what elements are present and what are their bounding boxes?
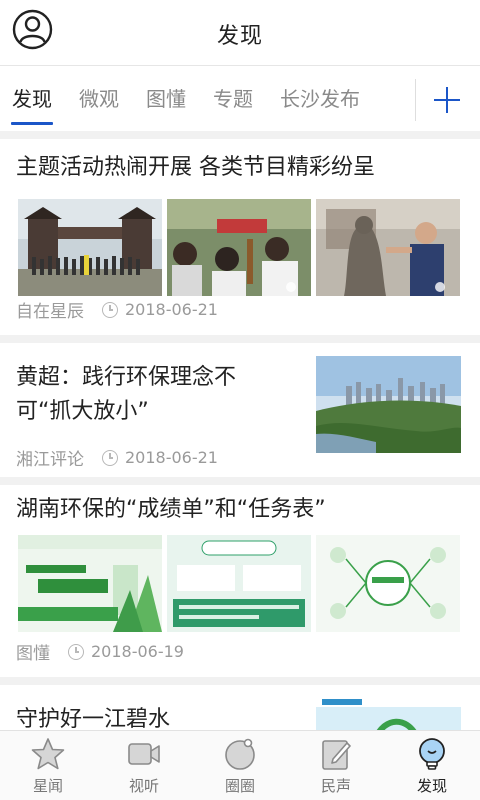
news-title: 主题活动热闹开展 各类节目精彩纷呈	[16, 155, 375, 180]
news-image	[316, 697, 461, 730]
nav-label: 民声	[320, 777, 351, 795]
tab-faxian[interactable]: 发现	[11, 67, 53, 131]
news-meta: 自在星辰 2018-06-21	[16, 297, 218, 322]
news-image	[316, 356, 461, 453]
news-meta: 湘江评论 2018-06-21	[16, 445, 218, 470]
news-item[interactable]: 守护好一江碧水	[0, 685, 480, 730]
tab-zhuanti[interactable]: 专题	[213, 67, 253, 131]
divider	[0, 335, 480, 343]
plus-icon[interactable]	[432, 85, 462, 115]
circle-icon	[223, 737, 257, 771]
news-date: 2018-06-19	[91, 642, 184, 661]
star-icon	[31, 737, 65, 771]
news-source: 自在星辰	[16, 302, 84, 322]
news-item[interactable]: 黄超：践行环保理念不 可“抓大放小” 湘江评论 2018-06-21	[0, 343, 480, 477]
news-image-row	[18, 535, 462, 632]
nav-item-xingwen[interactable]: 星闻	[0, 731, 96, 800]
clock-icon	[102, 449, 118, 466]
tab-weiguan[interactable]: 微观	[79, 67, 119, 131]
news-item[interactable]: 湖南环保的“成绩单”和“任务表” 图懂 2018-06-19	[0, 485, 480, 677]
nav-item-quanquan[interactable]: 圈圈	[192, 731, 288, 800]
top-header: 发现	[0, 0, 480, 66]
nav-label: 视听	[128, 777, 159, 795]
divider	[0, 131, 480, 139]
edit-icon	[319, 737, 353, 771]
tab-changsha-fabu[interactable]: 长沙发布	[280, 67, 360, 131]
news-source: 图懂	[16, 644, 50, 664]
news-image	[18, 199, 162, 296]
clock-icon	[68, 643, 84, 660]
video-icon	[127, 737, 161, 771]
bottom-tab-bar: 星闻 视听 圈圈 民声 发现	[0, 730, 480, 800]
news-date: 2018-06-21	[125, 300, 218, 319]
news-title: 黄超：践行环保理念不 可“抓大放小”	[16, 365, 237, 424]
divider	[0, 677, 480, 685]
news-image	[167, 535, 311, 632]
nav-label: 圈圈	[224, 777, 255, 795]
news-title: 湖南环保的“成绩单”和“任务表”	[16, 497, 326, 522]
nav-label: 发现	[416, 777, 447, 795]
nav-label: 星闻	[32, 777, 63, 795]
news-image	[167, 199, 311, 296]
category-tab-bar: 发现 微观 图懂 专题 长沙发布	[0, 67, 480, 131]
nav-item-minsheng[interactable]: 民声	[288, 731, 384, 800]
news-source: 湘江评论	[16, 450, 84, 470]
clock-icon	[102, 301, 118, 318]
news-image	[316, 535, 460, 632]
news-item[interactable]: 主题活动热闹开展 各类节目精彩纷呈 自在星辰 2018-06-21	[0, 139, 480, 335]
page-title: 发现	[216, 24, 263, 49]
nav-item-faxian[interactable]: 发现	[384, 731, 480, 800]
lightbulb-icon	[415, 737, 449, 771]
tab-divider	[415, 79, 416, 121]
divider	[0, 477, 480, 485]
news-meta: 图懂 2018-06-19	[16, 639, 184, 664]
nav-item-shiting[interactable]: 视听	[96, 731, 192, 800]
news-image-row	[18, 199, 462, 296]
news-title: 守护好一江碧水	[16, 707, 171, 730]
news-image	[316, 199, 460, 296]
news-image	[18, 535, 162, 632]
news-date: 2018-06-21	[125, 448, 218, 467]
tab-tudong[interactable]: 图懂	[146, 67, 186, 131]
